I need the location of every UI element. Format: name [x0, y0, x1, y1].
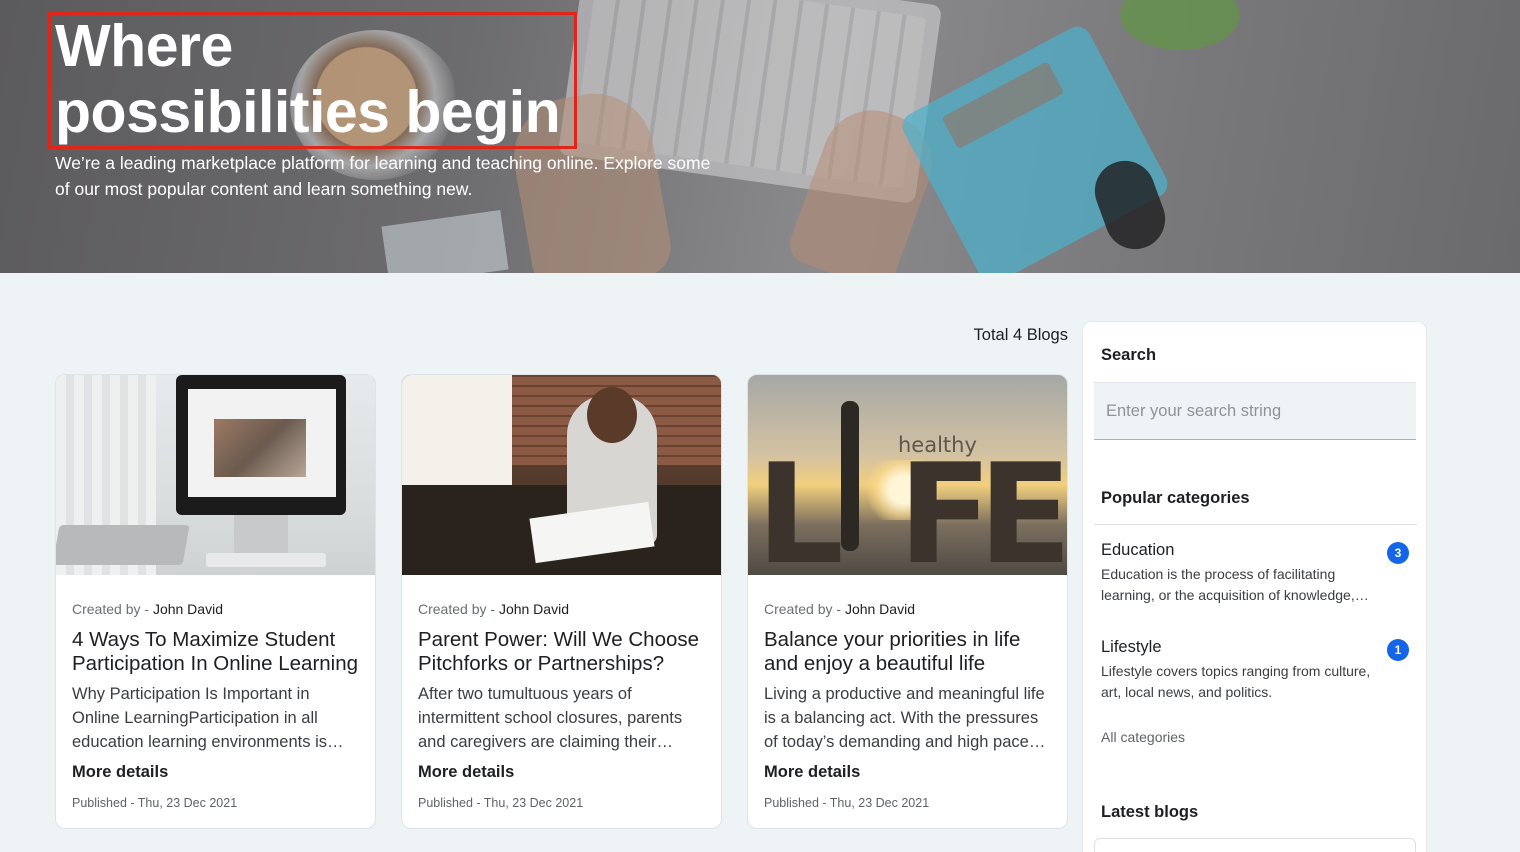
- blog-title[interactable]: Balance your priorities in life and enjo…: [764, 628, 1051, 676]
- blog-title[interactable]: Parent Power: Will We Choose Pitchforks …: [418, 628, 705, 676]
- blog-published-date: Published - Thu, 23 Dec 2021: [764, 796, 930, 810]
- search-heading: Search: [1101, 346, 1157, 364]
- category-description: Education is the process of facilitating…: [1101, 566, 1369, 603]
- plant-image: [1120, 0, 1240, 50]
- blog-excerpt: Why Participation Is Important in Online…: [72, 685, 344, 751]
- author-name: John David: [844, 601, 915, 617]
- blog-published-date: Published - Thu, 23 Dec 2021: [418, 796, 584, 810]
- more-details-link[interactable]: More details: [72, 763, 168, 782]
- latest-blogs-list: [1094, 838, 1416, 852]
- created-by-label: Created by -: [764, 601, 845, 617]
- category-description: Lifestyle covers topics ranging from cul…: [1101, 663, 1371, 700]
- divider: [1094, 524, 1417, 525]
- author-name: John David: [152, 601, 223, 617]
- latest-blogs-heading: Latest blogs: [1101, 803, 1199, 821]
- blog-card[interactable]: Created by - John David 4 Ways To Maximi…: [55, 374, 376, 829]
- category-count-badge: 3: [1387, 542, 1409, 564]
- blog-author: Created by - John David: [764, 601, 1051, 617]
- blog-card[interactable]: Created by - John David Parent Power: Wi…: [401, 374, 722, 829]
- blog-card[interactable]: L F E healthy Created by - John David Ba…: [747, 374, 1068, 829]
- search-input[interactable]: [1094, 383, 1416, 439]
- category-item-education[interactable]: Education 3 Education is the process of …: [1101, 541, 1411, 606]
- blog-author: Created by - John David: [418, 601, 705, 617]
- yoga-figure: [841, 401, 859, 551]
- highlight-box: [48, 12, 577, 149]
- blog-published-date: Published - Thu, 23 Dec 2021: [72, 796, 238, 810]
- sidebar: Search Popular categories Education 3 Ed…: [1082, 321, 1427, 852]
- blog-title[interactable]: 4 Ways To Maximize Student Participation…: [72, 628, 359, 676]
- paper-image: [381, 209, 509, 273]
- hero-subtitle: We’re a leading marketplace platform for…: [55, 153, 711, 199]
- popular-categories-heading: Popular categories: [1101, 489, 1250, 507]
- more-details-link[interactable]: More details: [764, 763, 860, 782]
- category-name[interactable]: Lifestyle: [1101, 638, 1411, 657]
- category-name[interactable]: Education: [1101, 541, 1411, 560]
- blog-thumbnail[interactable]: [56, 375, 375, 575]
- thumbnail-letter: E: [978, 434, 1067, 576]
- created-by-label: Created by -: [72, 601, 153, 617]
- blog-thumbnail[interactable]: [402, 375, 721, 575]
- created-by-label: Created by -: [418, 601, 499, 617]
- more-details-link[interactable]: More details: [418, 763, 514, 782]
- blog-excerpt: After two tumultuous years of intermitte…: [418, 685, 683, 751]
- category-item-lifestyle[interactable]: Lifestyle 1 Lifestyle covers topics rang…: [1101, 638, 1411, 703]
- blog-excerpt: Living a productive and meaningful life …: [764, 685, 1046, 751]
- search-field[interactable]: [1094, 382, 1416, 440]
- thumbnail-word: healthy: [898, 433, 977, 457]
- total-blogs-count: Total 4 Blogs: [973, 326, 1068, 344]
- blog-author: Created by - John David: [72, 601, 359, 617]
- thumbnail-letter: L: [756, 434, 844, 576]
- hero-banner: Where possibilities begin We’re a leadin…: [0, 0, 1520, 273]
- author-name: John David: [498, 601, 569, 617]
- category-count-badge: 1: [1387, 639, 1409, 661]
- all-categories-link[interactable]: All categories: [1101, 729, 1185, 745]
- blog-thumbnail[interactable]: L F E healthy: [748, 375, 1067, 575]
